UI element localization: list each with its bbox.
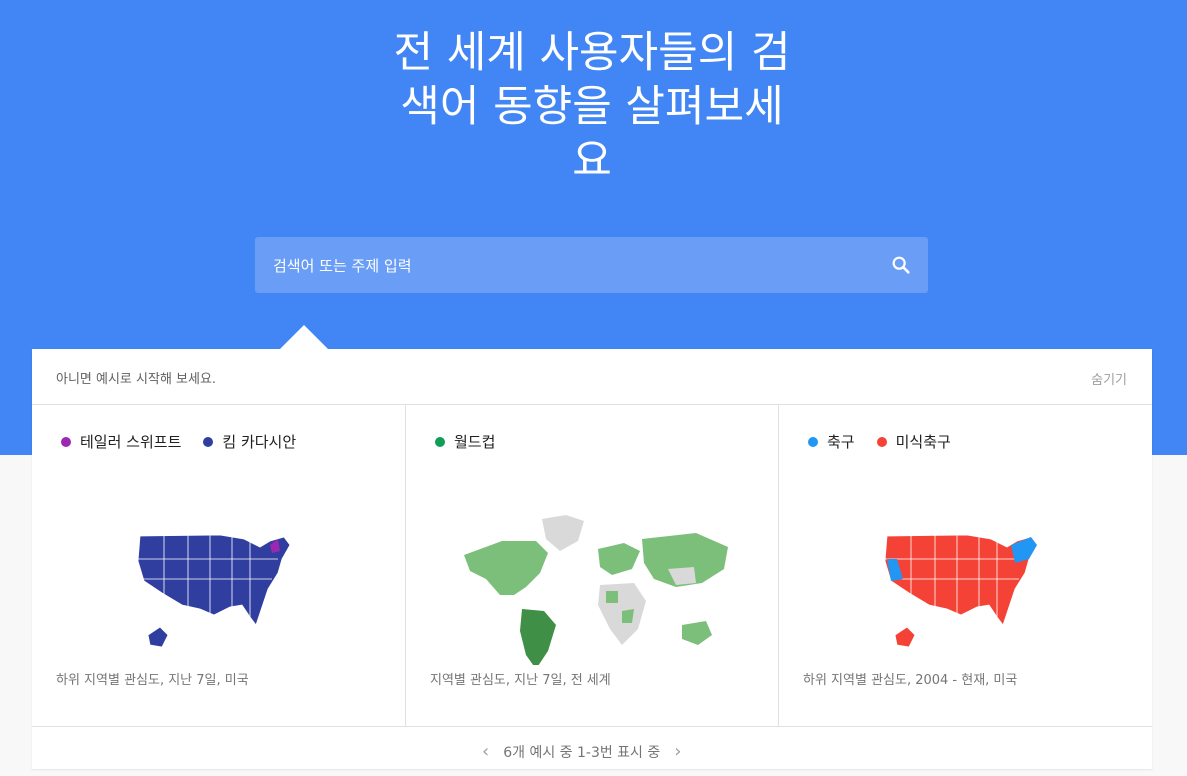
legend-dot-icon xyxy=(61,436,71,447)
examples-footer: ‹ 6개 예시 중 1-3번 표시 중 › xyxy=(32,726,1152,776)
example-card-taylor-kim[interactable]: 테일러 스위프트 킴 카다시안 하위 지역별 관심도, 지난 7일, 미국 xyxy=(32,405,405,726)
legend-label: 미식축구 xyxy=(895,433,951,451)
legend-label: 테일러 스위프트 xyxy=(80,433,182,451)
legend: 테일러 스위프트 킴 카다시안 xyxy=(61,431,296,452)
title-line: 색어 동향을 살펴보세 xyxy=(400,82,784,132)
legend-item: 미식축구 xyxy=(876,431,951,452)
legend-dot-icon xyxy=(876,436,887,447)
legend: 축구 미식축구 xyxy=(808,431,951,452)
us-map-icon xyxy=(884,534,1038,648)
pager-prev-button[interactable]: ‹ xyxy=(482,741,489,762)
hide-examples-button[interactable]: 숨기기 xyxy=(1091,369,1127,388)
world-map-icon xyxy=(464,515,728,665)
us-map-icon xyxy=(137,534,291,648)
search-box xyxy=(255,237,928,295)
legend-item: 테일러 스위프트 xyxy=(61,431,181,452)
legend-item: 축구 xyxy=(808,431,855,452)
example-caption: 지역별 관심도, 지난 7일, 전 세계 xyxy=(430,673,611,688)
title-line: 전 세계 사용자들의 검 xyxy=(393,28,791,78)
example-caption: 하위 지역별 관심도, 지난 7일, 미국 xyxy=(56,673,249,688)
legend-dot-icon xyxy=(203,436,214,447)
search-input[interactable] xyxy=(271,237,875,295)
search-icon[interactable] xyxy=(890,254,912,276)
examples-prompt: 아니면 예시로 시작해 보세요. xyxy=(56,372,217,387)
example-caption: 하위 지역별 관심도, 2004 - 현재, 미국 xyxy=(803,673,1018,688)
title-line: 요 xyxy=(572,136,612,186)
legend-label: 킴 카다시안 xyxy=(222,433,297,451)
legend-dot-icon xyxy=(435,436,445,447)
page-title: 전 세계 사용자들의 검 색어 동향을 살펴보세 요 xyxy=(340,26,844,188)
examples-header: 아니면 예시로 시작해 보세요. 숨기기 xyxy=(32,349,1152,405)
example-card-world-cup[interactable]: 월드컵 지역별 관심도, 지난 7일, 전 세계 xyxy=(405,405,778,726)
examples-pager: ‹ 6개 예시 중 1-3번 표시 중 › xyxy=(482,741,681,762)
legend-label: 축구 xyxy=(827,433,855,451)
legend-item: 킴 카다시안 xyxy=(203,431,296,452)
legend-dot-icon xyxy=(808,436,818,447)
legend: 월드컵 xyxy=(435,431,495,452)
panel-pointer xyxy=(280,325,328,349)
legend-label: 월드컵 xyxy=(454,433,496,451)
example-card-soccer-football[interactable]: 축구 미식축구 하위 지역별 관심도, 2004 - 현재, 미국 xyxy=(778,405,1151,726)
legend-item: 월드컵 xyxy=(435,431,495,452)
pager-status: 6개 예시 중 1-3번 표시 중 xyxy=(503,744,661,761)
examples-panel: 아니면 예시로 시작해 보세요. 숨기기 테일러 스위프트 킴 카다시안 하위 … xyxy=(32,349,1152,769)
pager-next-button[interactable]: › xyxy=(674,741,681,762)
